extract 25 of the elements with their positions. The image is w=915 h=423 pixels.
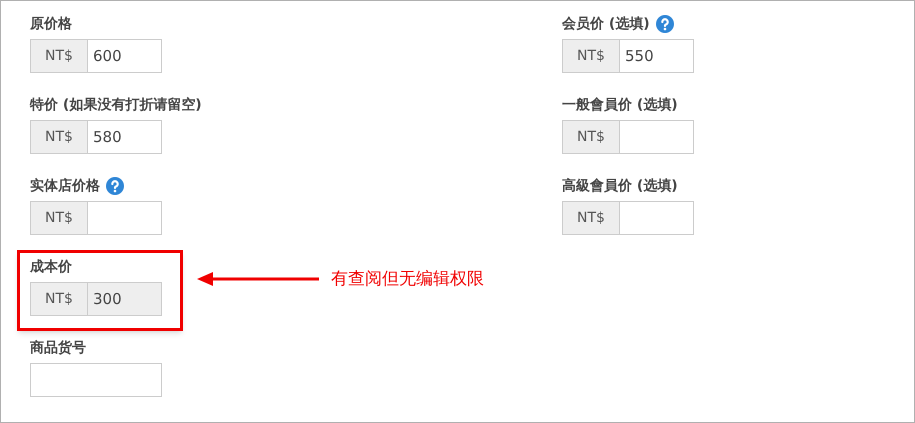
annotation-text: 有查阅但无编辑权限 bbox=[331, 268, 484, 291]
input-field[interactable] bbox=[30, 363, 162, 397]
currency-prefix: NT$ bbox=[562, 201, 620, 235]
currency-prefix: NT$ bbox=[30, 39, 88, 73]
field-label: 实体店价格 bbox=[30, 176, 100, 196]
input-field[interactable] bbox=[620, 201, 694, 235]
input-field[interactable]: 550 bbox=[620, 39, 694, 73]
input-field[interactable] bbox=[620, 120, 694, 154]
input-field[interactable]: 600 bbox=[88, 39, 162, 73]
currency-prefix: NT$ bbox=[30, 282, 88, 316]
field-label: 高級會員价 (选填) bbox=[562, 176, 678, 196]
help-icon[interactable] bbox=[656, 15, 674, 33]
currency-prefix: NT$ bbox=[30, 120, 88, 154]
input-field[interactable] bbox=[88, 201, 162, 235]
field-label: 原价格 bbox=[30, 14, 72, 34]
field-label: 会员价 (选填) bbox=[562, 14, 650, 34]
field-label: 一般會員价 (选填) bbox=[562, 96, 678, 114]
field-label: 特价 (如果没有打折请留空) bbox=[30, 96, 202, 114]
input-field[interactable]: 580 bbox=[88, 120, 162, 154]
field-label: 成本价 bbox=[30, 258, 72, 276]
currency-prefix: NT$ bbox=[30, 201, 88, 235]
help-icon[interactable] bbox=[106, 177, 124, 195]
currency-prefix: NT$ bbox=[562, 39, 620, 73]
field-label: 商品货号 bbox=[30, 338, 86, 358]
currency-prefix: NT$ bbox=[562, 120, 620, 154]
